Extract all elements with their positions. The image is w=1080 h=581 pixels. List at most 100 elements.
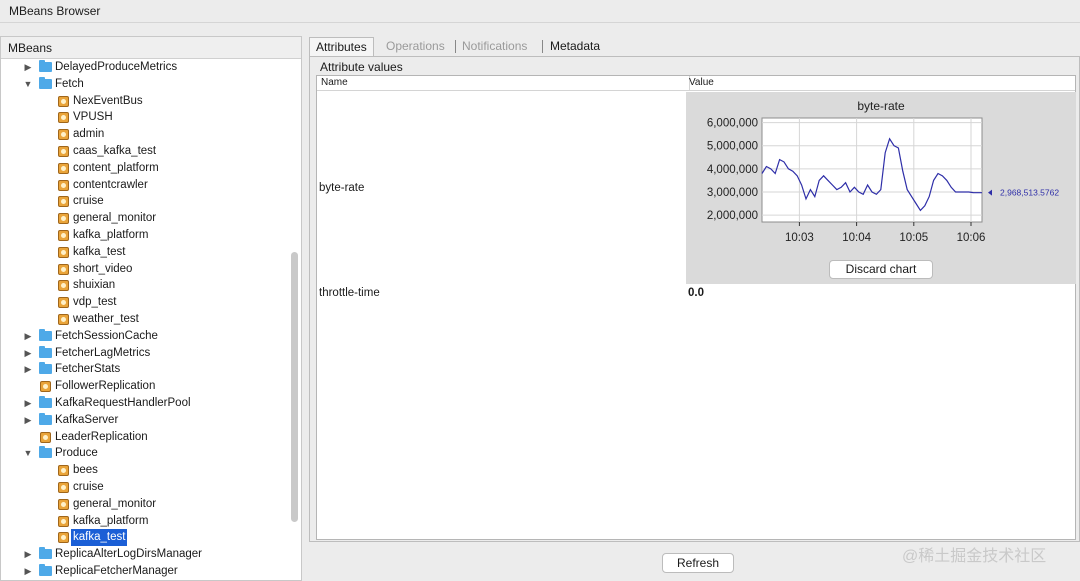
tree-folder[interactable]: ▼ Fetch bbox=[1, 76, 286, 93]
expand-arrow-icon[interactable]: ▶ bbox=[23, 412, 33, 429]
tree-item-label: weather_test bbox=[73, 313, 139, 325]
current-value-label: 2,968,513.5762 bbox=[1000, 188, 1059, 198]
tree-leaf[interactable]: vdp_test bbox=[1, 294, 286, 311]
y-tick-label: 2,000,000 bbox=[707, 210, 758, 222]
tree-leaf[interactable]: content_platform bbox=[1, 160, 286, 177]
x-tick-label: 10:05 bbox=[899, 232, 928, 244]
byte-rate-chart-panel: byte-rate 6,000,000 5,000,000 4,000,000 3,00… bbox=[686, 92, 1076, 284]
plot-area bbox=[761, 117, 983, 223]
tree-leaf[interactable]: short_video bbox=[1, 261, 286, 278]
tree-leaf[interactable]: kafka_test bbox=[1, 244, 286, 261]
mbean-icon bbox=[58, 112, 69, 124]
mbean-icon bbox=[58, 482, 69, 493]
tree-item-label: vdp_test bbox=[73, 296, 117, 309]
tab-attributes[interactable]: Attributes bbox=[309, 37, 374, 57]
tab-separator bbox=[455, 40, 456, 53]
mbean-icon bbox=[40, 431, 51, 443]
tree-leaf[interactable]: LeaderReplication bbox=[1, 429, 286, 446]
tree-folder[interactable]: ▶ DelayedProduceMetrics bbox=[1, 59, 286, 76]
y-tick-label: 6,000,000 bbox=[707, 118, 758, 130]
folder-icon bbox=[39, 412, 52, 425]
y-tick-label: 3,000,000 bbox=[707, 187, 758, 199]
chart-title: byte-rate bbox=[857, 99, 905, 113]
x-tick-label: 10:04 bbox=[842, 232, 871, 244]
mbean-icon bbox=[58, 515, 69, 527]
attributes-table: Name Value byte-rate throttle-time 0.0 b… bbox=[316, 75, 1076, 540]
tree-leaf[interactable]: VPUSH bbox=[1, 109, 286, 126]
expand-arrow-icon[interactable]: ▶ bbox=[23, 361, 33, 378]
column-header-name[interactable]: Name bbox=[317, 76, 690, 91]
mbean-icon bbox=[58, 280, 69, 292]
tree-leaf[interactable]: general_monitor bbox=[1, 210, 286, 227]
folder-icon bbox=[39, 345, 52, 358]
window-title-bar: MBeans Browser bbox=[0, 0, 1080, 23]
collapse-arrow-icon[interactable]: ▼ bbox=[23, 76, 33, 93]
mbean-icon bbox=[58, 146, 69, 157]
tree-item-label: shuixian bbox=[73, 279, 116, 292]
tree-item-label: LeaderReplication bbox=[55, 430, 148, 443]
tree-item-label: ReplicaFetcherManager bbox=[55, 565, 178, 577]
tree-item-label: kafka_platform bbox=[73, 514, 149, 527]
tree-leaf[interactable]: weather_test bbox=[1, 311, 286, 328]
mbean-icon bbox=[58, 314, 69, 325]
mbean-icon bbox=[58, 95, 69, 107]
attribute-name-throttle-time[interactable]: throttle-time bbox=[319, 287, 380, 299]
mbean-icon bbox=[58, 532, 69, 544]
tree-leaf[interactable]: FollowerReplication bbox=[1, 378, 286, 395]
tree-leaf[interactable]: cruise bbox=[1, 479, 286, 496]
tab-metadata[interactable]: Metadata bbox=[550, 37, 600, 56]
tree-leaf[interactable]: caas_kafka_test bbox=[1, 143, 286, 160]
tree-item-label: general_monitor bbox=[73, 212, 157, 225]
tree-leaf[interactable]: kafka_platform bbox=[1, 227, 286, 244]
tree-folder[interactable]: ▶ FetcherLagMetrics bbox=[1, 345, 286, 362]
folder-icon bbox=[39, 564, 52, 576]
tree-leaf[interactable]: kafka_test bbox=[1, 529, 286, 547]
tree-folder[interactable]: ▶ ReplicaFetcherManager bbox=[1, 563, 286, 580]
tree-item-label: kafka_test bbox=[73, 245, 126, 258]
tree-folder[interactable]: ▶ KafkaServer bbox=[1, 412, 286, 429]
folder-icon bbox=[39, 396, 52, 408]
expand-arrow-icon[interactable]: ▶ bbox=[23, 345, 33, 362]
collapse-arrow-icon[interactable]: ▼ bbox=[23, 445, 33, 462]
attribute-values-group: Attribute values Name Value byte-rate th… bbox=[309, 56, 1080, 542]
mbean-icon bbox=[58, 162, 69, 174]
tree-item-label: contentcrawler bbox=[73, 178, 148, 191]
byte-rate-chart: byte-rate 6,000,000 5,000,000 4,000,000 3,00… bbox=[707, 99, 1060, 244]
tab-notifications[interactable]: Notifications bbox=[462, 37, 527, 56]
tree-item-label: FollowerReplication bbox=[55, 380, 156, 393]
tab-operations[interactable]: Operations bbox=[386, 37, 445, 56]
tree-leaf[interactable]: general_monitor bbox=[1, 496, 286, 513]
folder-icon bbox=[39, 362, 52, 375]
tree-item-label: Produce bbox=[55, 447, 98, 460]
attribute-name-byte-rate[interactable]: byte-rate bbox=[319, 182, 364, 194]
tree-leaf[interactable]: NexEventBus bbox=[1, 93, 286, 110]
discard-chart-button[interactable]: Discard chart bbox=[829, 260, 933, 279]
expand-arrow-icon[interactable]: ▶ bbox=[23, 546, 33, 563]
tree-leaf[interactable]: admin bbox=[1, 126, 286, 143]
attribute-values-title: Attribute values bbox=[318, 60, 405, 74]
mbean-icon bbox=[40, 381, 51, 393]
tree-leaf[interactable]: shuixian bbox=[1, 277, 286, 294]
tree-leaf[interactable]: cruise bbox=[1, 193, 286, 210]
tree-folder[interactable]: ▶ KafkaRequestHandlerPool bbox=[1, 395, 286, 412]
expand-arrow-icon[interactable]: ▶ bbox=[23, 395, 33, 412]
mbean-icon bbox=[58, 465, 69, 477]
tree-scrollbar[interactable] bbox=[291, 252, 298, 522]
expand-arrow-icon[interactable]: ▶ bbox=[23, 328, 33, 345]
tree-folder[interactable]: ▶ FetcherStats bbox=[1, 361, 286, 378]
mbean-icon bbox=[58, 196, 69, 208]
tree-item-label: NexEventBus bbox=[73, 94, 143, 107]
folder-icon bbox=[39, 547, 52, 560]
expand-arrow-icon[interactable]: ▶ bbox=[23, 563, 33, 580]
tree-folder[interactable]: ▶ FetchSessionCache bbox=[1, 328, 286, 345]
tree-folder[interactable]: ▼ Produce bbox=[1, 445, 286, 462]
folder-icon bbox=[39, 60, 52, 72]
tree-leaf[interactable]: kafka_platform bbox=[1, 513, 286, 530]
attribute-value-throttle-time[interactable]: 0.0 bbox=[688, 287, 704, 299]
tree-leaf[interactable]: bees bbox=[1, 462, 286, 479]
tree-leaf[interactable]: contentcrawler bbox=[1, 177, 286, 194]
expand-arrow-icon[interactable]: ▶ bbox=[23, 59, 33, 76]
column-header-value[interactable]: Value bbox=[687, 76, 1075, 91]
tree-folder[interactable]: ▶ ReplicaAlterLogDirsManager bbox=[1, 546, 286, 563]
refresh-button[interactable]: Refresh bbox=[662, 553, 734, 573]
